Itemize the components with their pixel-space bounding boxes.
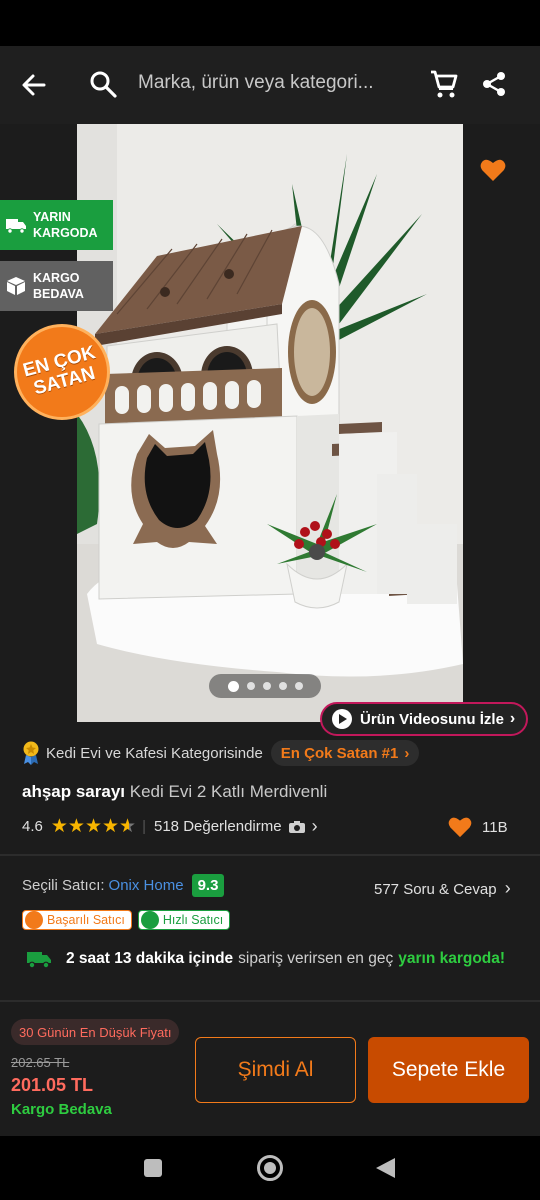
cart-icon[interactable] [428,68,460,100]
star-icon: ★ [50,815,68,837]
star-icon: ★ [102,815,120,837]
separator: | [142,818,146,835]
delivery-info: 2 saat 13 dakika içinde sipariş verirsen… [26,948,505,970]
best-seller-rank-button[interactable]: En Çok Satan #1 › [270,740,420,766]
favorite-count[interactable]: 11B [448,816,508,838]
favorite-count-label: 11B [482,818,508,836]
best-seller-label: EN ÇOK SATAN [20,342,98,400]
star-rating: ★ ★ ★ ★ ★ [50,815,137,837]
best-seller-badge: EN ÇOK SATAN [14,324,110,420]
delivery-text: sipariş verirsen en geç [238,950,394,967]
seller-row: Seçili Satıcı: Onix Home 9.3 [22,874,225,897]
search-icon[interactable] [88,69,118,99]
status-bar [0,0,540,46]
purchase-bar: 30 Günün En Düşük Fiyatı 202.65 TL 201.0… [0,1000,540,1136]
share-icon[interactable] [480,70,508,98]
next-day-shipping-tag: YARIN KARGODA [0,200,113,250]
review-count[interactable]: 518 Değerlendirme [154,818,282,835]
rating-value: 4.6 [22,818,43,835]
medal-icon [23,741,39,765]
cat-house-illustration [77,124,463,722]
heart-icon [448,817,472,838]
rating-row[interactable]: 4.6 ★ ★ ★ ★ ★ | 518 Değerlendirme › [22,816,318,837]
lowest-price-badge: 30 Günün En Düşük Fiyatı [11,1019,180,1045]
system-navigation-bar [0,1136,540,1200]
chevron-right-icon: › [504,878,511,898]
add-to-cart-button[interactable]: Sepete Ekle [368,1037,529,1103]
category-text: Kedi Evi ve Kafesi Kategorisinde [46,744,263,762]
heart-icon [480,159,506,181]
product-name: Kedi Evi 2 Katlı Merdivenli [129,782,328,801]
product-title: ahşap sarayı Kedi Evi 2 Katlı Merdivenli [22,782,327,802]
seller-label: Seçili Satıcı: [22,877,105,894]
watch-video-button[interactable]: Ürün Videosunu İzle › [320,702,528,736]
watch-video-label: Ürün Videosunu İzle [360,710,504,728]
truck-icon [6,219,26,234]
search-input[interactable]: Marka, ürün veya kategori... [138,72,374,94]
back-arrow-icon[interactable] [18,70,48,100]
pagination-dot[interactable] [294,682,303,690]
image-pagination[interactable] [209,674,321,698]
free-shipping-tag: KARGO BEDAVA [0,261,113,311]
pagination-dot[interactable] [278,682,287,690]
pagination-dot[interactable] [262,682,271,690]
half-star-icon: ★ [119,815,137,837]
seller-score-badge: 9.3 [191,874,225,897]
seller-badges: Başarılı Satıcı Hızlı Satıcı [22,910,231,930]
fast-seller-badge: Hızlı Satıcı [137,910,231,930]
fast-truck-icon [140,911,159,929]
fast-seller-label: Hızlı Satıcı [162,913,224,927]
chevron-right-icon: › [509,710,516,727]
box-icon [7,277,25,295]
product-image[interactable] [77,124,463,722]
top-bar: Marka, ürün veya kategori... [0,46,540,124]
free-shipping-text: Kargo Bedava [11,1101,112,1118]
free-shipping-label: KARGO BEDAVA [33,271,84,301]
questions-answers-label: 577 Soru & Cevap [374,881,497,898]
pagination-dot[interactable] [227,680,239,692]
camera-icon [288,820,305,833]
best-seller-rank-label: En Çok Satan #1 [280,744,399,762]
star-icon: ★ [67,815,85,837]
chevron-right-icon: › [311,816,318,836]
successful-seller-badge: Başarılı Satıcı [22,910,132,930]
product-brand[interactable]: ahşap sarayı [22,782,125,801]
award-icon [25,911,43,929]
pagination-dot[interactable] [246,682,255,690]
product-gallery[interactable]: YARIN KARGODA KARGO BEDAVA EN ÇOK SATAN … [0,124,540,736]
questions-answers-link[interactable]: 577 Soru & Cevap › [374,878,511,899]
successful-seller-label: Başarılı Satıcı [47,913,125,927]
chevron-right-icon: › [404,744,410,762]
buy-now-button[interactable]: Şimdi Al [195,1037,356,1103]
system-back-button[interactable] [376,1158,395,1178]
next-day-shipping-label: YARIN KARGODA [33,210,98,240]
delivery-countdown: 2 saat 13 dakika içinde [66,950,234,967]
category-rank-row: Kedi Evi ve Kafesi Kategorisinde En Çok … [22,740,420,766]
play-icon [332,709,352,729]
truck-icon [27,952,51,969]
home-button[interactable] [257,1155,283,1181]
delivery-date: yarın kargoda! [398,950,506,967]
seller-name-link[interactable]: Onix Home [109,877,184,894]
old-price: 202.65 TL [11,1055,70,1070]
divider [0,854,540,856]
favorite-button[interactable] [468,150,518,190]
star-icon: ★ [84,815,102,837]
recent-apps-button[interactable] [144,1159,162,1177]
current-price: 201.05 TL [11,1075,94,1095]
